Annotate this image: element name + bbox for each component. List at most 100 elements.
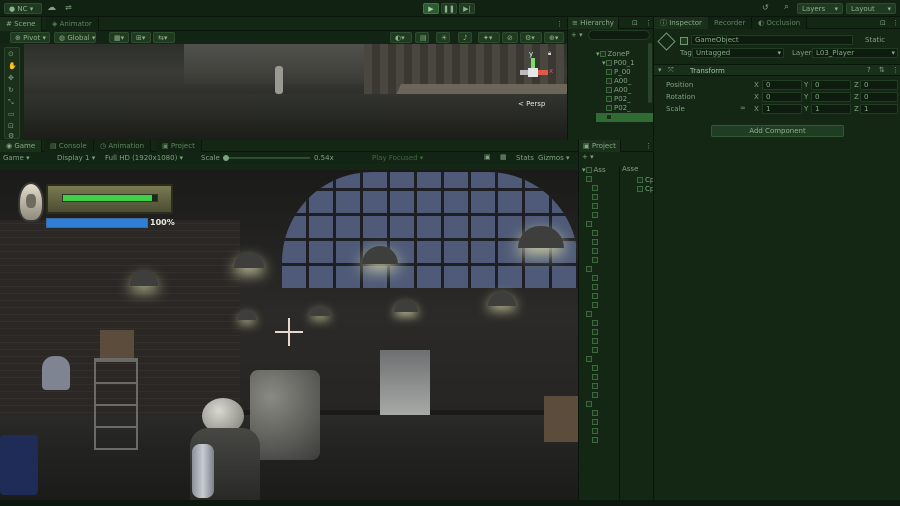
gameobject-name-input[interactable]: GameObject [691,35,853,45]
project-folder[interactable] [582,175,619,184]
hierarchy-item[interactable]: P_00 [596,68,654,77]
project-menu-icon[interactable]: ⋮ [645,142,652,150]
tab-animation[interactable]: ◷ Animation [94,140,152,152]
project-folder[interactable] [582,220,619,229]
project-folder[interactable] [582,418,619,427]
rotation-z-input[interactable]: 0 [860,92,898,102]
game-viewport[interactable]: 100% [0,170,578,506]
rect-tool-icon[interactable]: ▭ [8,110,15,118]
inspector-menu-icon[interactable]: ⋮ [892,19,899,27]
gizmo-lock-icon[interactable]: 🔒︎ [548,50,551,58]
lighting-button[interactable]: ☀ [436,32,450,43]
effects-button[interactable]: ✦▾ [478,32,500,43]
hierarchy-lock-icon[interactable]: ⊡ [632,19,638,27]
tab-recorder[interactable]: Recorder [708,17,753,29]
project-folder[interactable] [582,292,619,301]
tab-game[interactable]: ◉ Game [0,140,43,152]
project-folder[interactable] [582,193,619,202]
project-folder[interactable] [582,301,619,310]
custom-tool-icon[interactable]: ⚙ [8,132,14,140]
layers-dropdown[interactable]: Layers ▾ [797,3,843,14]
tab-scene[interactable]: # Scene [0,17,43,31]
cloud-icon[interactable]: ☁ [47,3,56,13]
global-dropdown[interactable]: ◍ Global ▾ [54,32,96,43]
hierarchy-item-selected[interactable] [596,113,654,122]
scale-x-input[interactable]: 1 [762,104,802,114]
layer-dropdown[interactable]: L03_Player ▾ [812,48,898,58]
transform-header[interactable]: ▾ ⤧ Transform ? ⇅ ⋮ [654,64,900,76]
project-folder[interactable] [582,274,619,283]
gizmos-dropdown[interactable]: Gizmos ▾ [538,154,570,162]
tab-console[interactable]: ▤ Console [44,140,94,152]
hierarchy-item[interactable]: A00_ [596,77,654,86]
orientation-gizmo[interactable]: y x 🔒︎ [514,50,554,95]
project-folder[interactable] [582,427,619,436]
gizmos-toggle-button[interactable]: ⊕▾ [544,32,564,43]
history-icon[interactable]: ↺ [762,3,769,12]
project-folder[interactable] [582,346,619,355]
project-folder[interactable] [582,391,619,400]
hierarchy-item[interactable]: P02_ [596,95,654,104]
project-folder[interactable] [582,265,619,274]
display-select[interactable]: Display 1 ▾ [57,154,95,162]
project-folder[interactable] [582,319,619,328]
layout-dropdown[interactable]: Layout ▾ [846,3,896,14]
tab-project[interactable]: ▣ Project [156,140,202,152]
rotation-y-input[interactable]: 0 [811,92,851,102]
snap-toggle-button[interactable]: ⇆▾ [153,32,175,43]
tab-inspector[interactable]: ⓘ Inspector [654,17,709,29]
project-folder[interactable] [582,328,619,337]
project-folder[interactable] [582,202,619,211]
step-button[interactable]: ▶| [459,3,475,14]
account-dropdown[interactable]: ● NC ▾ [4,3,42,14]
hierarchy-add-button[interactable]: + ▾ [571,31,583,39]
project-add-button[interactable]: + ▾ [582,153,594,161]
tab-hierarchy[interactable]: ≡ Hierarchy [568,17,619,29]
play-button[interactable]: ▶ [423,3,439,14]
scale-z-input[interactable]: 1 [860,104,898,114]
pause-button[interactable]: ❚❚ [441,3,457,14]
scene-viewport[interactable]: y x 🔒︎ < Persp [24,44,567,140]
frame-debugger-icon[interactable]: ▦ [500,153,507,161]
snap-increment-button[interactable]: ⊞▾ [131,32,151,43]
toggle-2d-button[interactable]: ▤ [415,32,429,43]
position-y-input[interactable]: 0 [811,80,851,90]
project-folder[interactable] [582,283,619,292]
project-folder[interactable] [582,364,619,373]
hierarchy-item[interactable]: P02_ [596,104,654,113]
constrain-proportions-icon[interactable]: ∞ [740,104,746,112]
hierarchy-item[interactable]: ▾ P00_1 [596,59,654,68]
component-menu-icon[interactable]: ⋮ [892,66,899,74]
project-folder[interactable] [582,229,619,238]
collab-icon[interactable]: ⇌ [65,3,72,12]
inspector-lock-icon[interactable]: ⊡ [880,19,886,27]
project-folder[interactable] [582,373,619,382]
scale-tool-icon[interactable]: ⤡ [8,98,14,107]
play-focused-dropdown[interactable]: Play Focused ▾ [372,154,423,162]
project-file[interactable]: CpW [637,185,661,194]
game-display-dropdown[interactable]: Game ▾ [3,154,30,162]
rotation-x-input[interactable]: 0 [762,92,802,102]
grid-snap-button[interactable]: ▦▾ [109,32,129,43]
resolution-select[interactable]: Full HD (1920x1080) ▾ [105,154,183,162]
tab-occlusion[interactable]: ◐ Occlusion [752,17,808,29]
hierarchy-item[interactable]: ▾ ZoneP [596,50,654,59]
gameobject-active-checkbox[interactable] [680,37,688,45]
project-folder[interactable] [582,409,619,418]
project-folder[interactable] [582,310,619,319]
project-root-folder[interactable]: ▾ Ass [582,166,619,175]
transform-tool-icon[interactable]: ⊡ [8,122,14,130]
render-mode-button[interactable]: ◐▾ [390,32,412,43]
pivot-dropdown[interactable]: ⊕ Pivot ▾ [10,32,50,43]
project-file[interactable]: CpW [637,176,661,185]
project-folder[interactable] [582,184,619,193]
mute-audio-icon[interactable]: ▣ [484,153,491,161]
project-folder[interactable] [582,436,619,445]
position-z-input[interactable]: 0 [860,80,898,90]
project-folder[interactable] [582,238,619,247]
tab-animator[interactable]: ◈ Animator [46,17,99,31]
hierarchy-scrollbar[interactable] [648,43,652,103]
project-folder[interactable] [582,337,619,346]
persp-label[interactable]: < Persp [518,100,545,108]
add-component-button[interactable]: Add Component [711,125,844,137]
